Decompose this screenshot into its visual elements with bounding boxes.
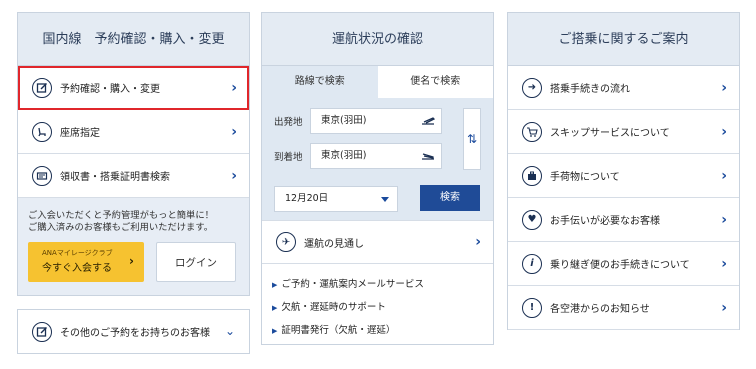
assistance-label: お手伝いが必要なお客様 <box>550 216 660 227</box>
domestic-reservation-panel: 国内線 予約確認・購入・変更 予約確認・購入・変更 › 座席指定 › 領収書・搭… <box>17 12 250 296</box>
heart-icon: ♥ <box>522 209 542 230</box>
date-select[interactable]: 12月20日 <box>274 186 398 212</box>
dropdown-triangle-icon <box>381 197 389 202</box>
reservation-confirm-label: 予約確認・購入・変更 <box>60 84 160 95</box>
connecting-flight-label: 乗り継ぎ便のお手続きについて <box>550 260 690 271</box>
airport-notice-label: 各空港からのお知らせ <box>550 304 650 315</box>
checkin-flow-label: 搭乗手続きの流れ <box>550 84 630 95</box>
tab-flight-number-search[interactable]: 便名で検索 <box>377 66 493 98</box>
flight-status-title: 運航状況の確認 <box>262 13 493 66</box>
chevron-right-icon: › <box>721 167 727 184</box>
boarding-guide-title: ご搭乗に関するご案内 <box>508 13 739 66</box>
swap-arrows-icon: ⇅ <box>466 132 478 146</box>
flight-status-panel: 運航状況の確認 路線で検索 便名で検索 出発地 東京(羽田) 到着地 東京(羽田… <box>261 12 494 345</box>
arrival-field[interactable]: 東京(羽田) <box>310 143 442 169</box>
landing-icon <box>422 153 434 160</box>
swap-airports-button[interactable]: ⇅ <box>463 108 481 170</box>
departure-value: 東京(羽田) <box>321 115 367 126</box>
chevron-right-icon: › <box>721 211 727 228</box>
other-reservation-link[interactable]: その他のご予約をお持ちのお客様 ⌄ <box>17 309 250 354</box>
chevron-right-icon: › <box>475 234 481 250</box>
seat-selection-link[interactable]: 座席指定 › <box>18 110 249 154</box>
baggage-link[interactable]: 手荷物について › <box>508 154 739 198</box>
chevron-down-icon: ⌄ <box>224 324 235 338</box>
seat-icon <box>32 121 52 142</box>
assistance-link[interactable]: ♥ お手伝いが必要なお客様 › <box>508 198 739 242</box>
connecting-flight-link[interactable]: i 乗り継ぎ便のお手続きについて › <box>508 242 739 286</box>
chevron-right-icon: › <box>231 123 237 140</box>
triangle-bullet-icon: ▶ <box>272 304 278 312</box>
receipt-icon <box>32 165 52 186</box>
chevron-right-icon: › <box>721 255 727 272</box>
airplane-icon: ✈ <box>276 232 296 252</box>
receipt-search-label: 領収書・搭乗証明書検索 <box>60 172 170 183</box>
membership-info-text-1: ご入会いただくと予約管理がもっと簡単に！ <box>28 210 214 221</box>
other-reservation-label: その他のご予約をお持ちのお客様 <box>60 328 210 339</box>
login-button[interactable]: ログイン <box>156 242 236 282</box>
chevron-right-icon: › <box>721 123 727 140</box>
link-certificate[interactable]: ▶ 証明書発行（欠航・遅延） <box>272 322 483 336</box>
operation-outlook-label: 運航の見通し <box>304 238 364 250</box>
search-tabs: 路線で検索 便名で検索 <box>262 66 493 98</box>
pencil-box-icon <box>32 321 52 342</box>
membership-info-box: ご入会いただくと予約管理がもっと簡単に！ ご購入済みのお客様もご利用いただけます… <box>18 198 249 295</box>
arrow-circle-icon: ➜ <box>522 77 542 98</box>
exclamation-icon: ! <box>522 297 542 318</box>
checkin-flow-link[interactable]: ➜ 搭乗手続きの流れ › <box>508 66 739 110</box>
skip-service-link[interactable]: スキップサービスについて › <box>508 110 739 154</box>
boarding-guide-panel: ご搭乗に関するご案内 ➜ 搭乗手続きの流れ › スキップサービスについて › 手… <box>507 12 740 330</box>
chevron-right-icon: › <box>129 254 134 268</box>
chevron-right-icon: › <box>721 299 727 316</box>
skip-service-label: スキップサービスについて <box>550 128 670 139</box>
membership-info-text-2: ご購入済みのお客様もご利用いただけます。 <box>28 222 214 233</box>
chevron-right-icon: › <box>231 79 237 96</box>
link-delay-support[interactable]: ▶ 欠航・遅延時のサポート <box>272 299 483 313</box>
baggage-icon <box>522 165 542 186</box>
status-search-form: 出発地 東京(羽田) 到着地 東京(羽田) ⇅ 12月20日 検索 <box>262 98 493 220</box>
pencil-box-icon <box>32 77 52 98</box>
baggage-label: 手荷物について <box>550 172 620 183</box>
seat-selection-label: 座席指定 <box>60 128 100 139</box>
domestic-panel-title: 国内線 予約確認・購入・変更 <box>18 13 249 66</box>
arrival-label: 到着地 <box>274 152 303 163</box>
operation-outlook-link[interactable]: ✈ 運航の見通し › <box>262 220 493 264</box>
departure-label: 出発地 <box>274 117 303 128</box>
arrival-value: 東京(羽田) <box>321 150 367 161</box>
search-button[interactable]: 検索 <box>420 185 480 211</box>
tab-route-search[interactable]: 路線で検索 <box>262 66 378 98</box>
airport-notice-link[interactable]: ! 各空港からのお知らせ › <box>508 286 739 330</box>
status-links-list: ▶ ご予約・運航案内メールサービス ▶ 欠航・遅延時のサポート ▶ 証明書発行（欠航・… <box>262 264 493 336</box>
info-icon: i <box>522 253 542 274</box>
reservation-confirm-link[interactable]: 予約確認・購入・変更 › <box>18 66 249 110</box>
cart-icon <box>522 121 542 142</box>
receipt-search-link[interactable]: 領収書・搭乗証明書検索 › <box>18 154 249 198</box>
link-email-service[interactable]: ▶ ご予約・運航案内メールサービス <box>272 276 483 290</box>
triangle-bullet-icon: ▶ <box>272 327 278 335</box>
triangle-bullet-icon: ▶ <box>272 281 278 289</box>
join-now-button[interactable]: ANAマイレージクラブ 今すぐ入会する › <box>28 242 144 282</box>
departure-field[interactable]: 東京(羽田) <box>310 108 442 134</box>
takeoff-icon <box>422 117 435 125</box>
date-value: 12月20日 <box>285 193 329 204</box>
chevron-right-icon: › <box>231 167 237 184</box>
chevron-right-icon: › <box>721 79 727 96</box>
